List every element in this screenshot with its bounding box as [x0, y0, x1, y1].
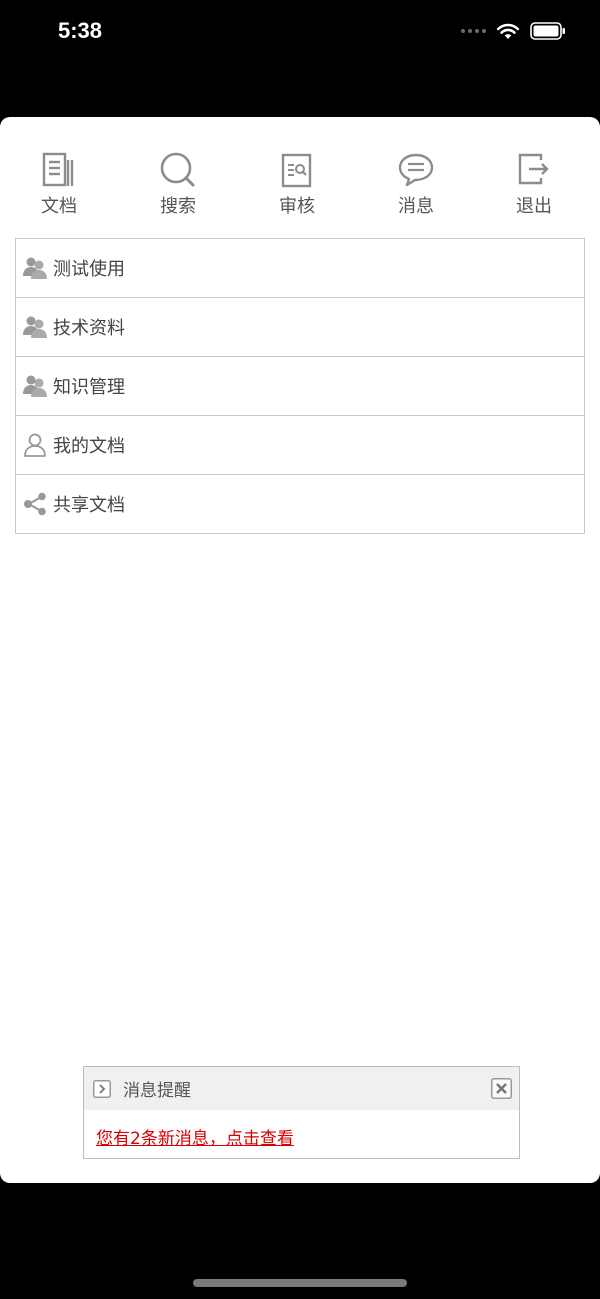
folder-label: 共享文档	[53, 495, 125, 516]
folder-label: 知识管理	[53, 377, 125, 398]
close-icon[interactable]	[491, 1078, 512, 1099]
nav-label-review: 审核	[279, 196, 315, 217]
folder-label: 我的文档	[53, 436, 125, 457]
status-time: 5:38	[58, 18, 103, 43]
group-icon	[23, 316, 47, 338]
folder-label: 测试使用	[53, 259, 125, 280]
nav-item-logout[interactable]: 退出	[494, 143, 574, 229]
app-content: 文档 搜索 审核 消息 退出 测试使用 技术资料 知识管理 我的文档 共享文档 …	[0, 117, 600, 1183]
folder-item-knowledge[interactable]: 知识管理	[16, 356, 584, 415]
message-popup: 消息提醒 您有2条新消息，点击查看	[83, 1066, 520, 1159]
wifi-icon	[496, 23, 520, 39]
status-bar: 5:38	[0, 0, 600, 60]
nav-item-documents[interactable]: 文档	[19, 143, 99, 229]
new-messages-link[interactable]: 您有2条新消息，点击查看	[96, 1129, 294, 1149]
status-indicators	[461, 20, 566, 42]
folder-label: 技术资料	[53, 318, 125, 339]
message-popup-title: 消息提醒	[123, 1081, 191, 1101]
home-indicator[interactable]	[193, 1279, 407, 1287]
share-icon	[24, 492, 46, 516]
battery-icon	[530, 22, 565, 40]
nav-label-logout: 退出	[516, 196, 552, 217]
message-popup-body: 您有2条新消息，点击查看	[84, 1110, 519, 1149]
cellular-signal-icon	[461, 29, 486, 33]
nav-label-messages: 消息	[398, 196, 434, 217]
nav-item-search[interactable]: 搜索	[138, 143, 218, 229]
top-nav: 文档 搜索 审核 消息 退出	[0, 143, 600, 229]
nav-item-review[interactable]: 审核	[257, 143, 337, 229]
nav-item-messages[interactable]: 消息	[376, 143, 456, 229]
group-icon	[23, 257, 47, 279]
group-icon	[23, 375, 47, 397]
message-icon	[398, 153, 434, 187]
nav-label-documents: 文档	[41, 196, 77, 217]
nav-label-search: 搜索	[160, 196, 196, 217]
logout-icon	[518, 153, 549, 185]
folder-item-my-docs[interactable]: 我的文档	[16, 415, 584, 474]
folder-item-tech[interactable]: 技术资料	[16, 297, 584, 356]
chevron-right-icon[interactable]	[93, 1079, 111, 1098]
review-icon	[281, 153, 312, 188]
user-icon	[24, 433, 46, 457]
folder-item-test[interactable]: 测试使用	[16, 239, 584, 297]
folder-list: 测试使用 技术资料 知识管理 我的文档 共享文档	[15, 238, 585, 534]
document-icon	[42, 152, 74, 187]
message-popup-header: 消息提醒	[84, 1067, 519, 1110]
device-notch	[148, 0, 452, 44]
folder-item-shared[interactable]: 共享文档	[16, 474, 584, 533]
search-icon	[160, 152, 195, 187]
